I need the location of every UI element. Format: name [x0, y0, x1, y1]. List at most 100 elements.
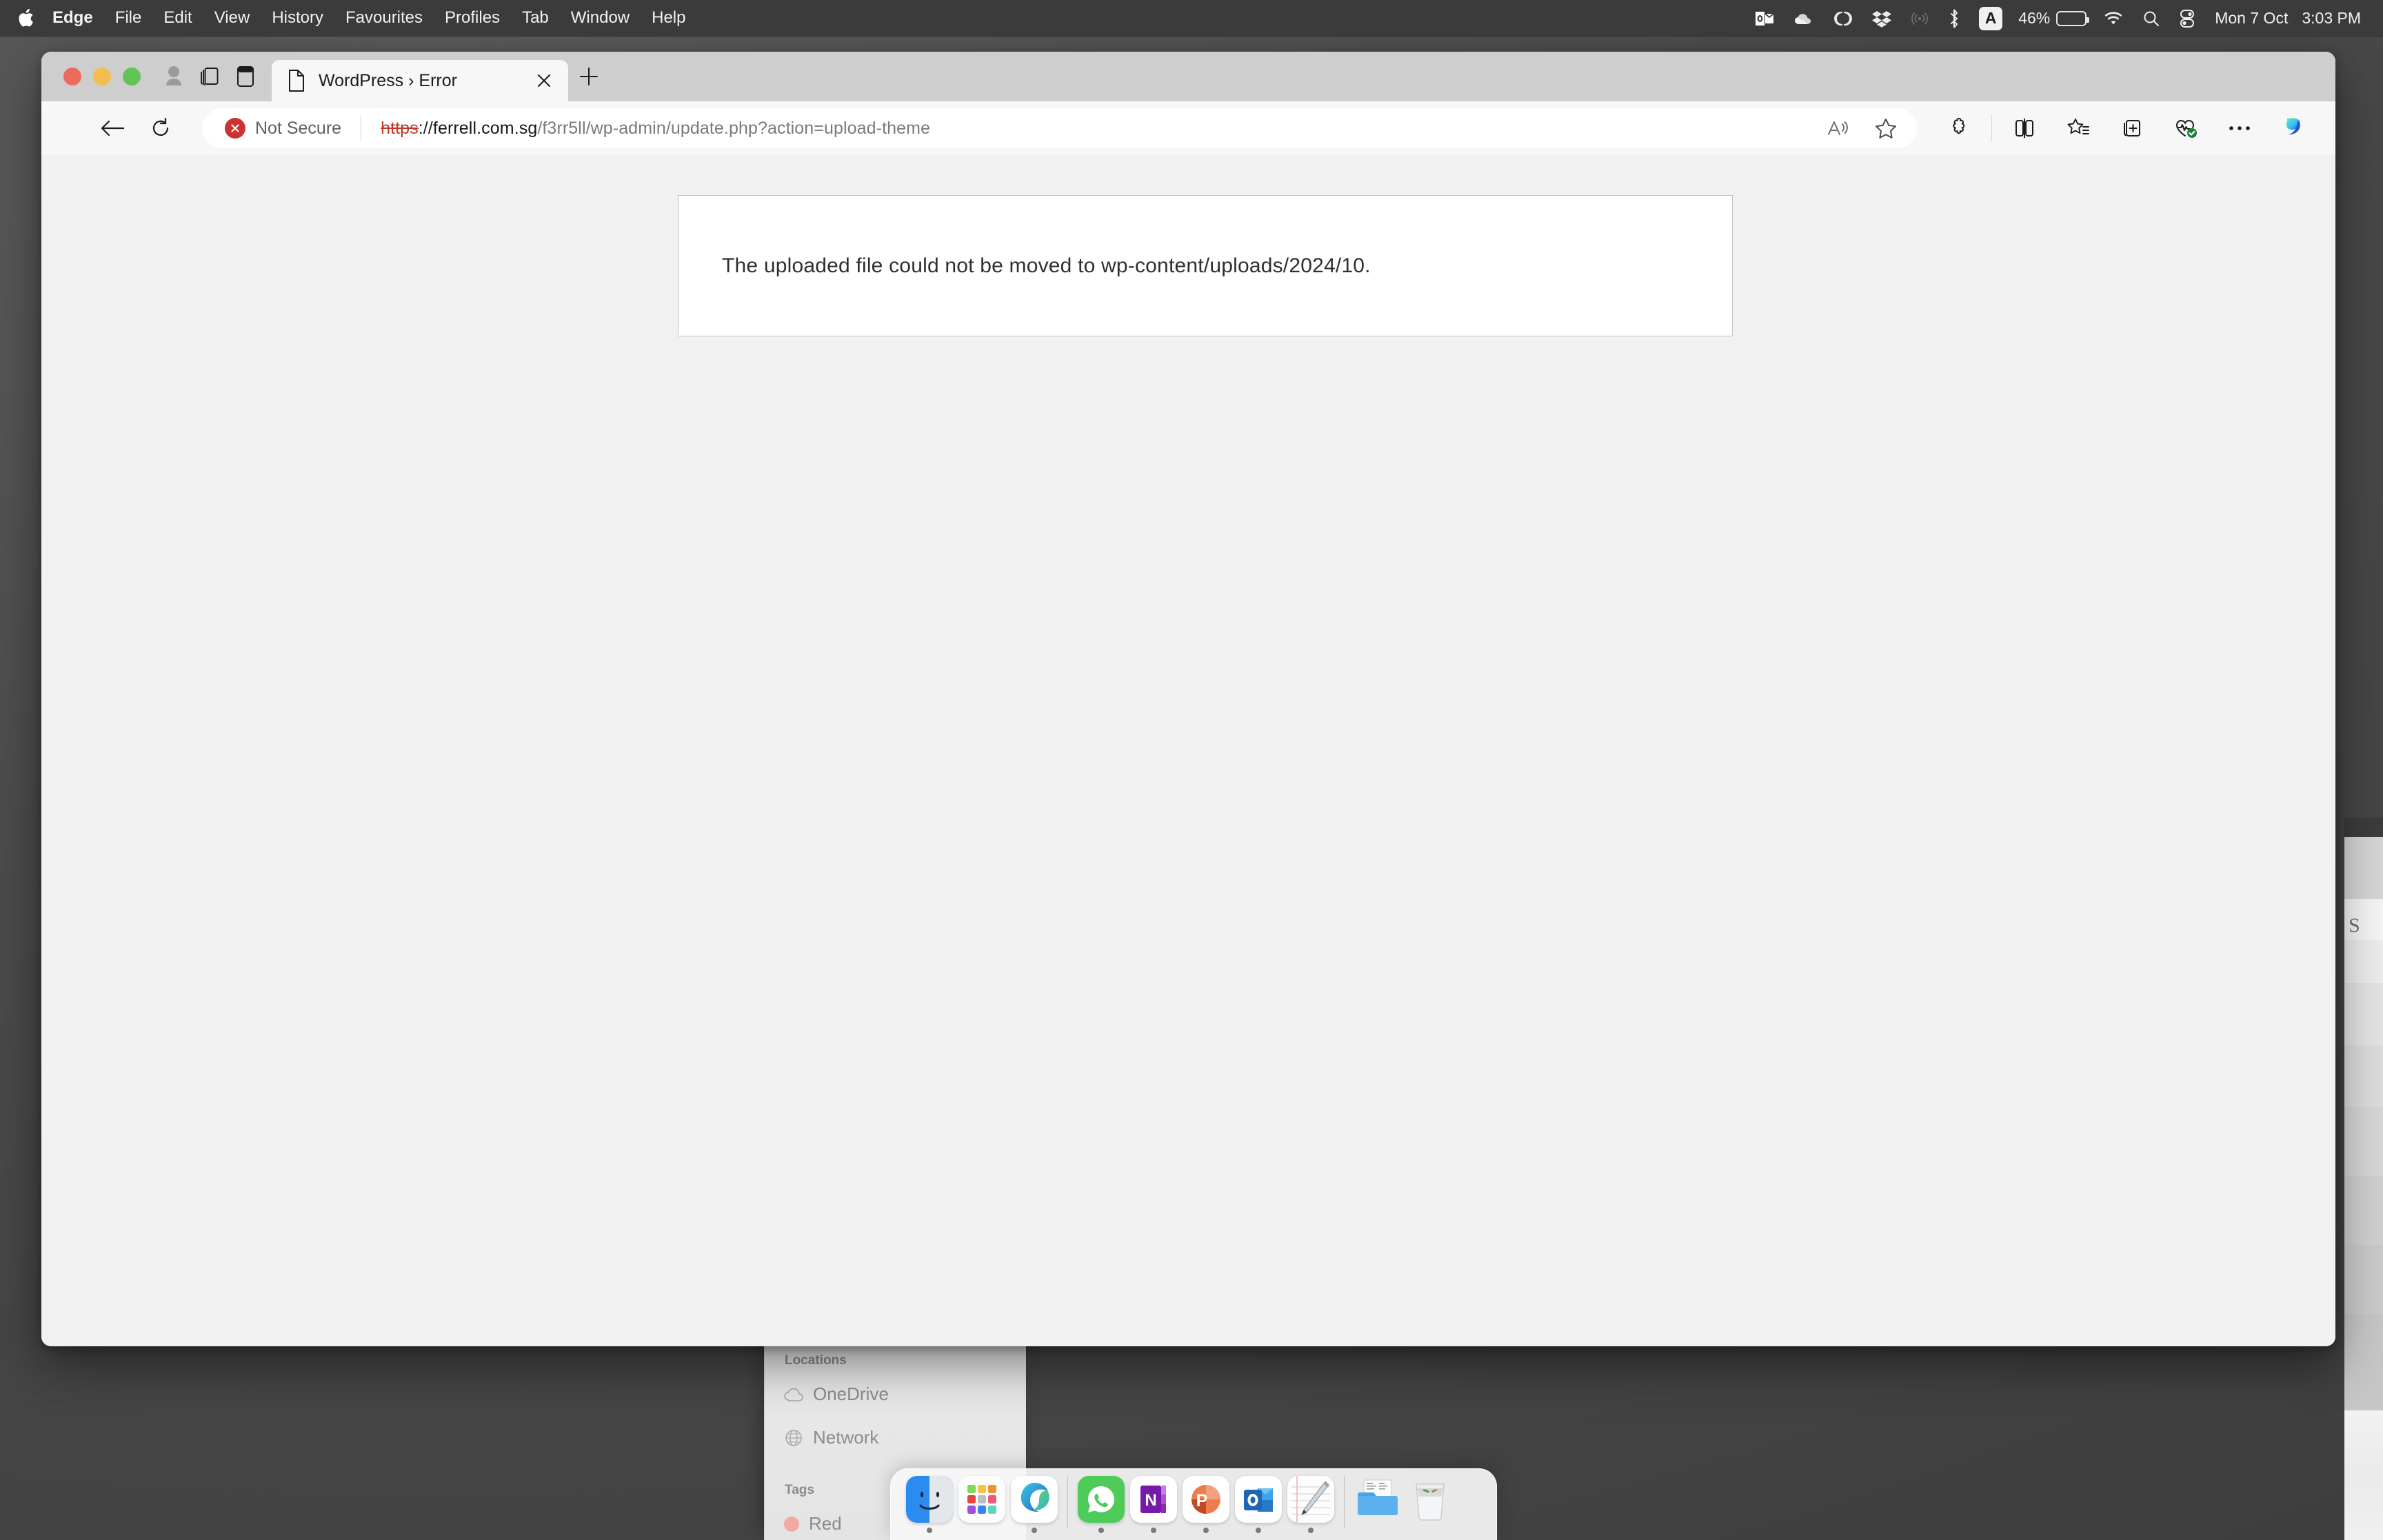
finder-item-label: Network [813, 1427, 879, 1448]
background-window-right-lower[interactable] [2344, 1410, 2383, 1540]
address-bar[interactable]: Not Secure https://ferrell.com.sg/f3rr5l… [203, 108, 1917, 148]
menu-item-profiles[interactable]: Profiles [434, 10, 511, 26]
profile-avatar-icon[interactable] [156, 52, 192, 101]
copilot-icon[interactable] [2266, 107, 2320, 150]
menu-item-edge[interactable]: Edge [41, 10, 104, 26]
read-aloud-icon[interactable] [1813, 108, 1862, 148]
dock-item-finder[interactable] [903, 1476, 956, 1539]
input-source-label: A [1979, 6, 2003, 30]
powerpoint-icon: P [1183, 1476, 1229, 1523]
downloads-folder-icon [1354, 1476, 1401, 1523]
close-tab-icon[interactable] [532, 69, 556, 92]
dock-item-notes[interactable] [1285, 1476, 1337, 1539]
airplay-icon[interactable] [1901, 0, 1938, 37]
bluetooth-icon[interactable] [1938, 0, 1970, 37]
onedrive-icon[interactable] [1784, 0, 1824, 37]
wifi-icon[interactable] [2093, 0, 2133, 37]
menu-item-window[interactable]: Window [560, 10, 641, 26]
menu-item-help[interactable]: Help [641, 10, 696, 26]
reload-icon[interactable] [137, 107, 185, 150]
adobe-creative-cloud-icon[interactable] [1824, 0, 1862, 37]
running-indicator-dot [1203, 1528, 1209, 1533]
tab-actions-icon[interactable] [228, 52, 263, 101]
split-screen-icon[interactable] [1998, 107, 2051, 150]
finder-icon [906, 1476, 953, 1523]
collections-icon[interactable] [2105, 107, 2159, 150]
onenote-icon: N [1130, 1476, 1177, 1523]
omnibox-actions [1813, 108, 1913, 148]
security-label: Not Secure [255, 118, 342, 138]
macos-menu-bar: Edge File Edit View History Favourites P… [0, 0, 2383, 37]
more-options-icon[interactable] [2213, 107, 2266, 150]
cloud-icon [784, 1388, 803, 1401]
wordpress-error-card: The uploaded file could not be moved to … [678, 195, 1733, 336]
macos-dock: N P [890, 1468, 1497, 1540]
back-arrow-icon[interactable] [88, 107, 137, 150]
battery-icon [2056, 10, 2090, 26]
apple-logo-icon[interactable] [18, 8, 36, 28]
battery-percent-label: 46% [2018, 9, 2051, 27]
menu-bar-time[interactable]: 3:03 PM [2295, 9, 2368, 28]
maximize-window-button[interactable] [123, 68, 141, 85]
svg-text:P: P [1196, 1491, 1208, 1510]
minimize-window-button[interactable] [93, 68, 111, 85]
finder-item-network[interactable]: Network [765, 1427, 1026, 1448]
menu-item-favourites[interactable]: Favourites [334, 10, 434, 26]
window-traffic-lights [55, 52, 156, 101]
menu-bar-status-tray: A 46% Mon 7 Oct 3:03 PM [1745, 0, 2368, 37]
page-document-icon [289, 70, 304, 92]
dock-item-powerpoint[interactable]: P [1180, 1476, 1232, 1539]
dock-divider [1067, 1476, 1068, 1528]
running-indicator-dot [1098, 1528, 1104, 1533]
dock-divider [1344, 1476, 1345, 1528]
dropbox-icon[interactable] [1862, 0, 1901, 37]
running-indicator-dot [1032, 1528, 1037, 1533]
browser-essentials-icon[interactable] [2159, 107, 2213, 150]
menu-bar-app-menus: Edge File Edit View History Favourites P… [0, 8, 696, 28]
browser-tab-active[interactable]: WordPress › Error [272, 60, 568, 101]
star-favorite-icon[interactable] [1862, 108, 1910, 148]
background-window-right-edge[interactable]: S [2344, 818, 2383, 1410]
url-separator: :// [418, 118, 433, 138]
dock-item-launchpad[interactable] [956, 1476, 1008, 1539]
trash-icon [1407, 1476, 1454, 1523]
menu-item-history[interactable]: History [261, 10, 334, 26]
close-window-button[interactable] [63, 68, 81, 85]
favorites-list-icon[interactable] [2051, 107, 2105, 150]
dock-item-microsoft-edge[interactable] [1008, 1476, 1060, 1539]
url-path: /f3rr5ll/wp-admin/update.php?action=uplo… [537, 118, 931, 138]
not-secure-icon [225, 118, 245, 139]
running-indicator-dot [1256, 1528, 1261, 1533]
page-content-area: The uploaded file could not be moved to … [41, 155, 2335, 1346]
running-indicator-dot [1308, 1528, 1314, 1533]
dock-item-downloads-folder[interactable] [1351, 1476, 1404, 1539]
dock-item-trash[interactable] [1404, 1476, 1456, 1539]
address-bar-url[interactable]: https://ferrell.com.sg/f3rr5ll/wp-admin/… [381, 119, 930, 139]
browser-tab-strip: WordPress › Error [41, 52, 2335, 101]
dock-item-outlook[interactable] [1232, 1476, 1285, 1539]
red-tag-dot-icon [784, 1516, 799, 1532]
finder-item-onedrive[interactable]: OneDrive [765, 1384, 1026, 1405]
battery-status[interactable]: 46% [2011, 0, 2093, 37]
finder-item-label: OneDrive [813, 1384, 889, 1404]
menu-item-file[interactable]: File [104, 10, 153, 26]
workspaces-icon[interactable] [192, 52, 228, 101]
background-window-text: S [2349, 914, 2360, 937]
outlook-icon[interactable] [1745, 0, 1784, 37]
running-indicator-dot [1151, 1528, 1156, 1533]
menu-item-edit[interactable]: Edit [152, 10, 203, 26]
dock-item-onenote[interactable]: N [1127, 1476, 1180, 1539]
copilot-puzzle-icon[interactable] [1932, 107, 1986, 150]
new-tab-button[interactable] [568, 52, 610, 101]
menu-item-view[interactable]: View [203, 10, 261, 26]
menu-item-tab[interactable]: Tab [511, 10, 560, 26]
security-indicator[interactable]: Not Secure [225, 118, 341, 139]
running-indicator-dot [927, 1528, 932, 1533]
menu-bar-date[interactable]: Mon 7 Oct [2205, 9, 2295, 28]
spotlight-search-icon[interactable] [2133, 0, 2169, 37]
error-message-text: The uploaded file could not be moved to … [722, 254, 1371, 277]
input-source-indicator[interactable]: A [1970, 0, 2011, 37]
dock-item-whatsapp[interactable] [1075, 1476, 1127, 1539]
control-center-icon[interactable] [2169, 0, 2205, 37]
finder-section-locations: Locations [785, 1353, 847, 1368]
